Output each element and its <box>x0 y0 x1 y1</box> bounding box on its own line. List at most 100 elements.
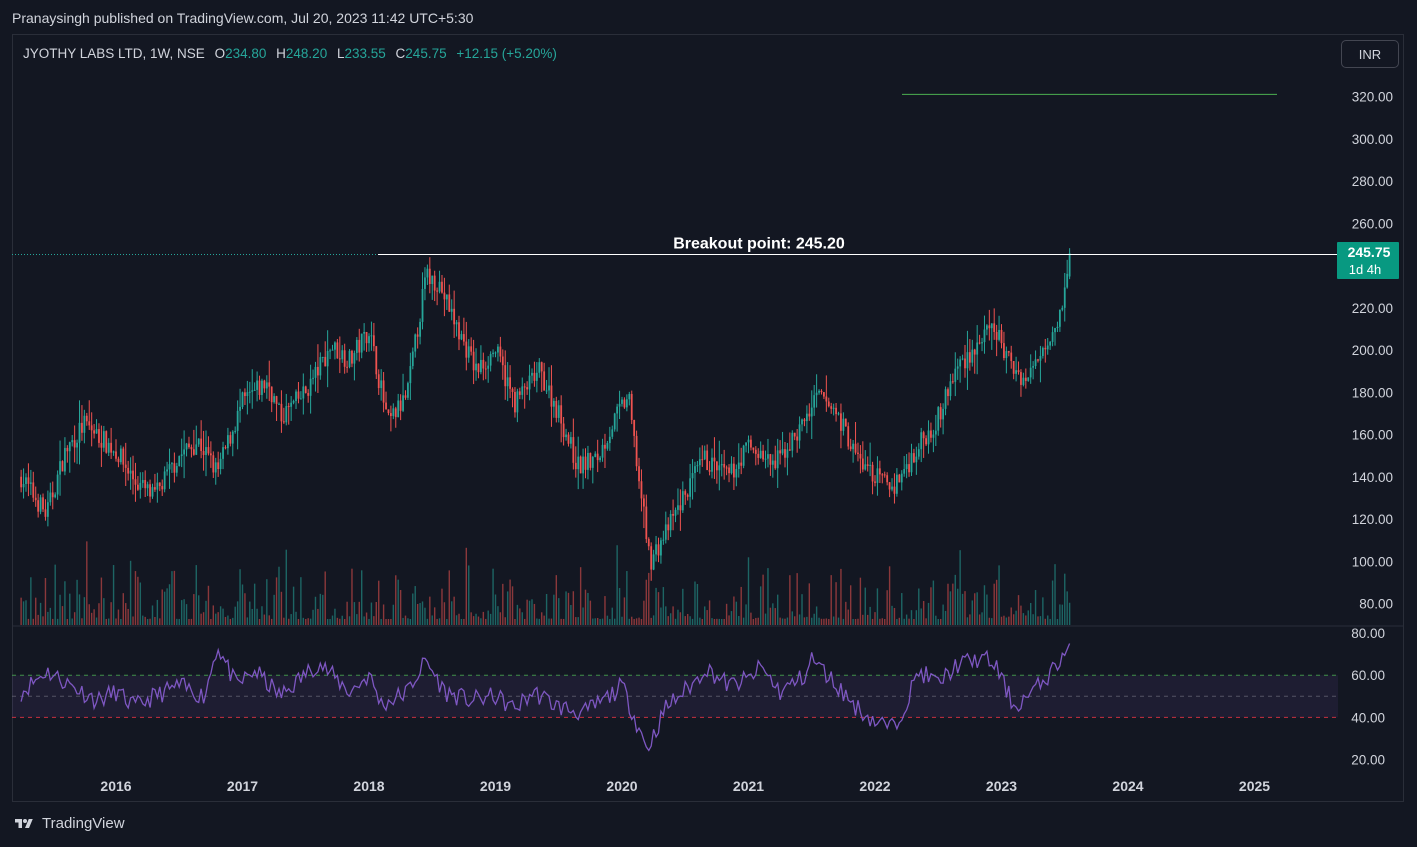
candle-body <box>550 385 553 407</box>
volume-bar <box>657 592 660 625</box>
volume-bar <box>151 605 154 625</box>
candle-body <box>205 447 207 455</box>
volume-bar <box>463 618 465 625</box>
candle-body <box>898 474 901 483</box>
volume-bar <box>351 568 353 625</box>
candle-body <box>591 456 594 468</box>
candle-body <box>737 462 740 469</box>
tradingview-branding[interactable]: TradingView <box>12 815 125 832</box>
price-axis-label: 140.00 <box>1352 470 1393 485</box>
candle-body <box>574 462 577 470</box>
volume-bar <box>32 618 34 625</box>
price-chart[interactable]: Breakout point: 245.20 245.75 1d 4h 320.00… <box>0 0 1417 847</box>
candle-body <box>309 378 312 396</box>
candle-body <box>625 399 628 408</box>
candle-body <box>217 462 220 470</box>
candle-body <box>292 401 295 403</box>
candle-body <box>742 445 745 466</box>
candle-body <box>769 454 772 465</box>
volume-bar <box>922 601 925 625</box>
volume-bar <box>961 593 964 625</box>
candle-body <box>231 431 234 444</box>
candle-body <box>900 473 903 483</box>
volume-bar <box>825 618 828 625</box>
candle-body <box>324 356 327 367</box>
volume-bar <box>416 603 419 625</box>
volume-bar <box>39 602 42 625</box>
candle-body <box>618 403 621 407</box>
volume-bar <box>643 600 645 625</box>
volume-bar <box>207 585 210 625</box>
candle-body <box>572 437 575 463</box>
candle-body <box>796 436 799 441</box>
candle-body <box>441 281 443 293</box>
candle-body <box>477 363 480 373</box>
candle-body <box>416 334 419 337</box>
volume-bar <box>258 618 261 625</box>
volume-bar <box>246 617 249 625</box>
candle-body <box>993 323 996 332</box>
candle-body <box>149 484 151 497</box>
candle-body <box>1024 377 1027 381</box>
candle-body <box>942 408 945 420</box>
volume-bar <box>543 615 545 625</box>
candle-body <box>212 455 215 473</box>
volume-bar <box>334 608 336 625</box>
candle-body <box>112 451 115 453</box>
volume-bar <box>108 618 110 625</box>
volume-bar <box>691 618 694 625</box>
candle-body <box>419 321 421 337</box>
volume-bar <box>163 591 166 625</box>
volume-bar <box>648 572 650 625</box>
candle-body <box>341 350 344 360</box>
volume-bar <box>628 618 630 625</box>
volume-bar <box>652 615 655 625</box>
volume-bar <box>215 613 217 625</box>
candle-body <box>61 461 64 472</box>
candle-body <box>428 268 431 284</box>
change-value: +12.15 (+5.20%) <box>456 46 557 61</box>
currency-button[interactable]: INR <box>1341 40 1399 68</box>
volume-bar <box>711 618 713 625</box>
volume-bar <box>69 593 71 625</box>
candle-body <box>261 380 263 395</box>
candle-body <box>905 464 908 469</box>
volume-bar <box>139 582 142 625</box>
candle-body <box>234 430 237 432</box>
candle-body <box>154 487 156 490</box>
candle-body <box>1046 345 1049 350</box>
candle-body <box>407 383 409 398</box>
candle-body <box>813 395 816 408</box>
volume-bar <box>548 618 550 625</box>
volume-bar <box>536 618 538 625</box>
volume-bar <box>494 594 497 625</box>
volume-bar <box>915 610 918 625</box>
volume-bar <box>144 616 146 625</box>
volume-bar <box>132 616 134 625</box>
volume-bar <box>275 577 278 625</box>
volume-bar <box>95 617 98 625</box>
volume-bar <box>891 605 893 625</box>
volume-bar <box>300 577 302 625</box>
volume-bar <box>974 593 976 625</box>
volume-bar <box>623 597 626 625</box>
high-label: H <box>276 46 286 61</box>
candle-body <box>287 406 290 408</box>
volume-bar <box>249 601 251 625</box>
volume-bar <box>618 588 621 625</box>
candle-body <box>156 482 159 490</box>
candle-body <box>728 467 730 474</box>
volume-bar <box>426 618 429 625</box>
volume-bar <box>205 600 207 625</box>
volume-bar <box>446 618 448 625</box>
candle-body <box>158 482 161 487</box>
volume-bar <box>952 583 954 625</box>
candle-body <box>399 400 402 411</box>
candle-body <box>798 424 801 441</box>
time-axis-label: 2017 <box>227 778 258 794</box>
volume-bar <box>523 618 526 625</box>
candle-body <box>971 349 974 363</box>
candle-body <box>623 399 626 408</box>
price-axis-label: 300.00 <box>1352 132 1393 147</box>
volume-bar <box>188 618 190 625</box>
